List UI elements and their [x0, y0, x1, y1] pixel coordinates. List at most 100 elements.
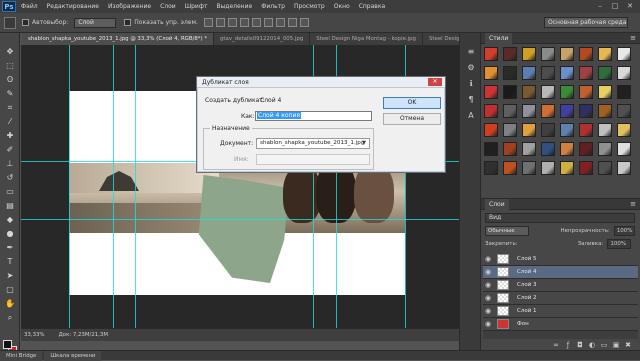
move-tool-icon[interactable]: ✥ — [4, 47, 16, 57]
style-swatch[interactable] — [522, 85, 536, 99]
style-swatch[interactable] — [503, 66, 517, 80]
style-swatch[interactable] — [503, 47, 517, 61]
menu-image[interactable]: Изображение — [108, 3, 151, 10]
info-icon[interactable]: ℹ — [465, 79, 477, 89]
blend-mode-dropdown[interactable]: Обычные — [485, 226, 529, 236]
menu-select[interactable]: Выделение — [216, 3, 252, 10]
adjustment-icon[interactable]: ◐ — [588, 341, 596, 349]
style-swatch[interactable] — [484, 104, 498, 118]
style-swatch[interactable] — [522, 47, 536, 61]
character-icon[interactable]: A — [465, 111, 477, 121]
align-right-icon[interactable] — [263, 18, 273, 27]
style-swatch[interactable] — [617, 161, 631, 175]
panel-menu-icon[interactable]: ≡ — [630, 34, 636, 42]
eye-icon[interactable]: ◉ — [483, 320, 493, 328]
minimize-icon[interactable]: – — [594, 1, 606, 11]
layer-row[interactable]: ◉ Слой 3 — [483, 279, 638, 292]
guide-line[interactable] — [135, 45, 136, 328]
eye-icon[interactable]: ◉ — [483, 255, 493, 263]
tab-layers[interactable]: Слои — [485, 198, 509, 210]
crop-tool-icon[interactable]: ⌗ — [4, 103, 16, 113]
eraser-tool-icon[interactable]: ▭ — [4, 187, 16, 197]
style-swatch[interactable] — [541, 85, 555, 99]
tab-shablon[interactable]: shablon_shapka_youtube_2013_1.jpg @ 33,3… — [22, 33, 215, 45]
style-swatch[interactable] — [522, 142, 536, 156]
maximize-icon[interactable]: □ — [609, 1, 621, 11]
style-swatch[interactable] — [560, 85, 574, 99]
stamp-tool-icon[interactable]: ⊥ — [4, 159, 16, 169]
zoom-tool-icon[interactable]: ⌕ — [4, 313, 16, 323]
layer-row[interactable]: ◉ Слой 4 — [483, 266, 638, 279]
dodge-tool-icon[interactable]: ● — [4, 229, 16, 239]
menu-type[interactable]: Шрифт — [185, 3, 208, 10]
menu-view[interactable]: Просмотр — [294, 3, 325, 10]
style-swatch[interactable] — [579, 123, 593, 137]
zoom-level[interactable]: 33,33% — [24, 332, 45, 338]
style-swatch[interactable] — [598, 104, 612, 118]
eye-icon[interactable]: ◉ — [483, 268, 493, 276]
distribute-icon[interactable] — [275, 18, 285, 27]
folder-icon[interactable]: ▭ — [600, 341, 608, 349]
style-swatch[interactable] — [503, 142, 517, 156]
tab-gtav[interactable]: gtav_details09122014_005.jpg — [214, 33, 311, 45]
style-swatch[interactable] — [560, 123, 574, 137]
history-icon[interactable]: ≡ — [465, 47, 477, 57]
style-swatch[interactable] — [579, 47, 593, 61]
menu-window[interactable]: Окно — [334, 3, 350, 10]
fill-field[interactable]: 100% — [607, 239, 632, 249]
style-swatch[interactable] — [484, 85, 498, 99]
style-swatch[interactable] — [503, 161, 517, 175]
layer-row[interactable]: ◉ Слой 2 — [483, 292, 638, 305]
style-swatch[interactable] — [617, 66, 631, 80]
name-input[interactable] — [256, 154, 370, 165]
menu-filter[interactable]: Фильтр — [261, 3, 285, 10]
blur-tool-icon[interactable]: ◆ — [4, 215, 16, 225]
shape-tool-icon[interactable]: ▢ — [4, 285, 16, 295]
document-dropdown[interactable]: shablon_shapka_youtube_2013_1.jpg ▼ — [256, 138, 370, 149]
menu-help[interactable]: Справка — [359, 3, 385, 10]
pen-tool-icon[interactable]: ✒ — [4, 243, 16, 253]
eye-icon[interactable]: ◉ — [483, 307, 493, 315]
style-swatch[interactable] — [598, 142, 612, 156]
paragraph-icon[interactable]: ¶ — [465, 95, 477, 105]
style-swatch[interactable] — [522, 104, 536, 118]
lasso-tool-icon[interactable]: ʘ — [4, 75, 16, 85]
style-swatch[interactable] — [484, 123, 498, 137]
healing-tool-icon[interactable]: ✚ — [4, 131, 16, 141]
eyedropper-tool-icon[interactable]: ⁄ — [4, 117, 16, 127]
menu-layers[interactable]: Слои — [160, 3, 176, 10]
style-swatch[interactable] — [560, 47, 574, 61]
style-swatch[interactable] — [522, 161, 536, 175]
layer-row[interactable]: ◉ Слой 5 — [483, 253, 638, 266]
foreground-color-swatch[interactable] — [3, 340, 12, 349]
guide-line[interactable] — [21, 219, 459, 220]
style-swatch[interactable] — [598, 161, 612, 175]
opacity-field[interactable]: 100% — [613, 226, 635, 236]
show-controls-checkbox[interactable] — [124, 19, 132, 26]
style-swatch[interactable] — [541, 104, 555, 118]
style-swatch[interactable] — [579, 161, 593, 175]
close-icon[interactable]: ✕ — [428, 78, 442, 86]
style-swatch[interactable] — [541, 47, 555, 61]
autoselect-checkbox[interactable] — [22, 19, 29, 26]
tab-mini-bridge[interactable]: Mini Bridge — [0, 350, 43, 361]
menu-file[interactable]: Файл — [21, 3, 38, 10]
style-swatch[interactable] — [560, 161, 574, 175]
fx-icon[interactable]: ƒ — [564, 341, 572, 349]
style-swatch[interactable] — [484, 161, 498, 175]
style-swatch[interactable] — [522, 66, 536, 80]
style-swatch[interactable] — [541, 142, 555, 156]
style-swatch[interactable] — [617, 123, 631, 137]
style-swatch[interactable] — [541, 123, 555, 137]
style-swatch[interactable] — [617, 47, 631, 61]
new-layer-icon[interactable]: ▣ — [612, 341, 620, 349]
ok-button[interactable]: OK — [383, 97, 441, 109]
guide-line[interactable] — [69, 45, 70, 328]
as-name-input[interactable]: Слой 4 копия — [255, 111, 372, 121]
3d-mode-icon[interactable] — [299, 18, 309, 27]
align-center-icon[interactable] — [251, 18, 261, 27]
move-tool-icon[interactable] — [4, 16, 16, 29]
style-swatch[interactable] — [484, 66, 498, 80]
tab-steel-design[interactable]: Steel Design Niga Mont — [422, 33, 459, 45]
brush-tool-icon[interactable]: ✐ — [4, 145, 16, 155]
